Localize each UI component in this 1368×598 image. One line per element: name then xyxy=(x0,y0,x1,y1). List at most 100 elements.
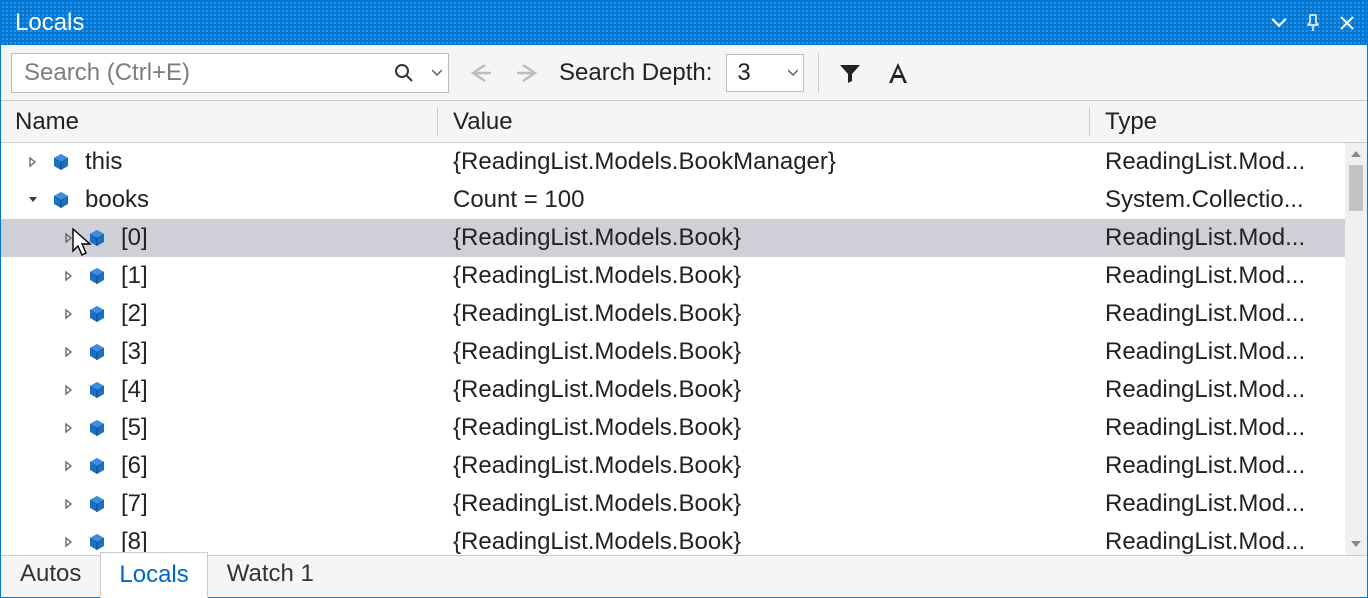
name-cell: [4] xyxy=(1,376,439,404)
variable-value: {ReadingList.Models.Book} xyxy=(453,300,741,328)
type-cell: ReadingList.Mod... xyxy=(1091,376,1367,404)
expand-icon[interactable] xyxy=(61,422,77,434)
variable-value: {ReadingList.Models.Book} xyxy=(453,338,741,366)
value-cell[interactable]: {ReadingList.Models.Book} xyxy=(439,224,1091,252)
variable-row[interactable]: [7] {ReadingList.Models.Book} ReadingList.… xyxy=(1,485,1367,523)
variable-type: ReadingList.Mod... xyxy=(1105,490,1305,518)
toolbar: Search Depth: 3 xyxy=(1,45,1367,101)
variable-name: [6] xyxy=(121,452,148,480)
pin-icon[interactable] xyxy=(1303,13,1323,33)
value-cell[interactable]: Count = 100 xyxy=(439,186,1091,214)
search-depth-combo[interactable]: 3 xyxy=(726,54,804,92)
search-depth-value: 3 xyxy=(727,59,781,87)
titlebar[interactable]: Locals xyxy=(1,1,1367,45)
nav-back-button[interactable] xyxy=(463,56,497,90)
variable-type: ReadingList.Mod... xyxy=(1105,300,1305,328)
expand-icon[interactable] xyxy=(61,346,77,358)
variable-value: {ReadingList.Models.BookManager} xyxy=(453,148,836,176)
tab-autos[interactable]: Autos xyxy=(1,551,100,597)
variable-row[interactable]: [6] {ReadingList.Models.Book}ReadingList.… xyxy=(1,447,1367,485)
expand-icon[interactable] xyxy=(61,308,77,320)
variable-row[interactable]: [4]{ReadingList.Models.Book}ReadingList.… xyxy=(1,371,1367,409)
close-icon[interactable] xyxy=(1337,13,1357,33)
name-cell: [6] xyxy=(1,452,439,480)
variable-row[interactable]: [8] {ReadingList.Models.Book} ReadingList.… xyxy=(1,523,1367,555)
variable-value: {ReadingList.Models.Book} xyxy=(453,490,741,518)
object-icon xyxy=(87,418,107,438)
variable-row[interactable]: [2] {ReadingList.Models.Book} ReadingList.… xyxy=(1,295,1367,333)
variable-row[interactable]: [0]{ReadingList.Models.Book}ReadingList.… xyxy=(1,219,1367,257)
search-dropdown-icon[interactable] xyxy=(426,69,448,77)
object-icon xyxy=(51,190,71,210)
value-cell[interactable]: {ReadingList.Models.Book} xyxy=(439,528,1091,555)
type-cell: ReadingList.Mod... xyxy=(1091,338,1367,366)
grid-body[interactable]: this {ReadingList.Models.BookManager} Read… xyxy=(1,143,1367,555)
object-icon xyxy=(87,266,107,286)
variable-row[interactable]: this {ReadingList.Models.BookManager} Read… xyxy=(1,143,1367,181)
type-cell: ReadingList.Mod... xyxy=(1091,528,1367,555)
chevron-down-icon[interactable] xyxy=(781,69,803,77)
name-cell: [7] xyxy=(1,490,439,518)
object-icon xyxy=(87,532,107,552)
object-icon xyxy=(87,304,107,324)
variable-value: {ReadingList.Models.Book} xyxy=(453,528,741,555)
type-cell: ReadingList.Mod... xyxy=(1091,452,1367,480)
variable-type: ReadingList.Mod... xyxy=(1105,262,1305,290)
filter-icon[interactable] xyxy=(833,56,867,90)
variable-type: System.Collectio... xyxy=(1105,186,1304,214)
value-cell[interactable]: {ReadingList.Models.Book} xyxy=(439,300,1091,328)
variable-value: {ReadingList.Models.Book} xyxy=(453,262,741,290)
header-type[interactable]: Type xyxy=(1091,101,1367,142)
expand-icon[interactable] xyxy=(61,536,77,548)
value-cell[interactable]: {ReadingList.Models.Book} xyxy=(439,338,1091,366)
header-name[interactable]: Name xyxy=(1,101,439,142)
scroll-thumb[interactable] xyxy=(1349,165,1363,211)
variable-name: [1] xyxy=(121,262,148,290)
window-menu-icon[interactable] xyxy=(1269,13,1289,33)
variable-name: [3] xyxy=(121,338,148,366)
header-value[interactable]: Value xyxy=(439,101,1091,142)
value-cell[interactable]: {ReadingList.Models.Book} xyxy=(439,414,1091,442)
collapse-icon[interactable] xyxy=(25,194,41,206)
search-icon[interactable] xyxy=(382,63,426,83)
expand-icon[interactable] xyxy=(61,232,77,244)
value-cell[interactable]: {ReadingList.Models.Book} xyxy=(439,452,1091,480)
variable-row[interactable]: [3] {ReadingList.Models.Book} ReadingList.… xyxy=(1,333,1367,371)
expand-icon[interactable] xyxy=(61,460,77,472)
variable-name: [7] xyxy=(121,490,148,518)
name-cell: this xyxy=(1,148,439,176)
variable-row[interactable]: [1] {ReadingList.Models.Book} ReadingList.… xyxy=(1,257,1367,295)
vertical-scrollbar[interactable] xyxy=(1345,143,1367,555)
type-cell: ReadingList.Mod... xyxy=(1091,414,1367,442)
type-cell: ReadingList.Mod... xyxy=(1091,148,1367,176)
variable-name: [8] xyxy=(121,528,148,555)
value-cell[interactable]: {ReadingList.Models.Book} xyxy=(439,262,1091,290)
name-cell: [2] xyxy=(1,300,439,328)
search-box[interactable] xyxy=(11,53,449,93)
tab-locals[interactable]: Locals xyxy=(100,552,207,598)
text-style-icon[interactable] xyxy=(881,56,915,90)
search-input[interactable] xyxy=(12,59,382,87)
object-icon xyxy=(87,342,107,362)
object-icon xyxy=(87,380,107,400)
value-cell[interactable]: {ReadingList.Models.Book} xyxy=(439,376,1091,404)
scroll-up-icon[interactable] xyxy=(1345,143,1367,165)
variable-value: Count = 100 xyxy=(453,186,584,214)
variable-row[interactable]: books Count = 100 System.Collectio... xyxy=(1,181,1367,219)
scroll-down-icon[interactable] xyxy=(1345,533,1367,555)
type-cell: System.Collectio... xyxy=(1091,186,1367,214)
object-icon xyxy=(87,494,107,514)
expand-icon[interactable] xyxy=(61,498,77,510)
tab-watch-1[interactable]: Watch 1 xyxy=(208,551,333,597)
bottom-tabs: AutosLocalsWatch 1 xyxy=(1,555,1367,597)
nav-forward-button[interactable] xyxy=(511,56,545,90)
expand-icon[interactable] xyxy=(61,270,77,282)
expand-icon[interactable] xyxy=(25,156,41,168)
column-headers: Name Value Type xyxy=(1,101,1367,143)
value-cell[interactable]: {ReadingList.Models.Book} xyxy=(439,490,1091,518)
variable-name: [2] xyxy=(121,300,148,328)
expand-icon[interactable] xyxy=(61,384,77,396)
name-cell: books xyxy=(1,186,439,214)
value-cell[interactable]: {ReadingList.Models.BookManager} xyxy=(439,148,1091,176)
variable-row[interactable]: [5]{ReadingList.Models.Book}ReadingList.… xyxy=(1,409,1367,447)
